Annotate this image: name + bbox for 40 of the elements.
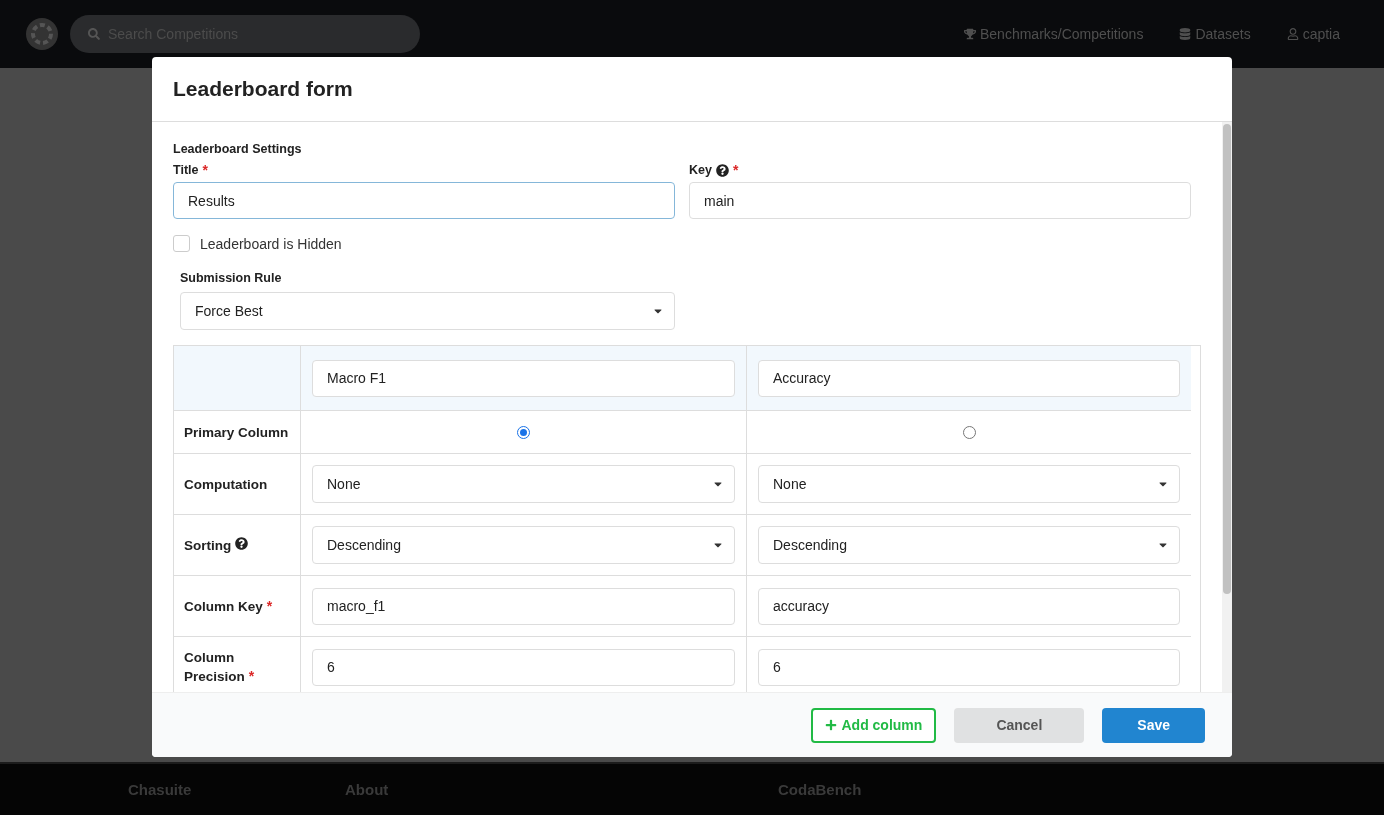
help-icon[interactable] (235, 536, 248, 550)
row-label: Computation (184, 475, 268, 494)
trophy-icon (964, 28, 976, 40)
search-icon (88, 28, 100, 40)
field-label: Key (689, 163, 712, 177)
dropdown[interactable]: None (312, 465, 735, 503)
required-asterisk: * (265, 597, 273, 614)
required-asterisk: * (247, 668, 255, 684)
column-name-input[interactable]: Macro F1 (312, 359, 735, 397)
section-label: Leaderboard Settings (173, 142, 303, 156)
help-icon[interactable] (715, 163, 729, 177)
row-label: Column Key * (184, 596, 273, 616)
row-label: Primary Column (184, 423, 289, 442)
database-icon (1179, 28, 1192, 40)
key-input[interactable]: main (689, 182, 1191, 219)
dropdown[interactable]: Descending (312, 526, 735, 564)
required-asterisk: * (732, 162, 739, 178)
required-asterisk: * (202, 162, 208, 178)
dropdown[interactable]: Descending (758, 526, 1180, 564)
submission-rule-dropdown[interactable]: Force Best (180, 292, 675, 330)
input-field[interactable]: macro_f1 (312, 587, 735, 625)
dropdown[interactable]: None (758, 465, 1180, 503)
title-input[interactable]: Results (173, 182, 675, 219)
field-label: Title (173, 163, 199, 177)
modal-title: Leaderboard form (173, 77, 353, 101)
scrollbar[interactable] (1222, 122, 1232, 692)
user-icon (1286, 28, 1299, 40)
input-field[interactable]: 6 (758, 648, 1180, 686)
save-button[interactable]: Save (1102, 707, 1205, 743)
row-label: Column Precision * (184, 649, 256, 686)
logo-icon[interactable] (24, 16, 60, 52)
checkbox-label: Leaderboard is Hidden (200, 235, 342, 252)
checkbox[interactable] (173, 235, 190, 252)
cancel-button[interactable]: Cancel (954, 707, 1085, 743)
plus-icon (825, 719, 838, 731)
column-name-input[interactable]: Accuracy (758, 359, 1180, 397)
input-field[interactable]: 6 (312, 648, 735, 686)
input-field[interactable]: accuracy (758, 587, 1180, 625)
row-label: Sorting (184, 535, 248, 555)
field-label: Submission Rule (180, 271, 282, 285)
